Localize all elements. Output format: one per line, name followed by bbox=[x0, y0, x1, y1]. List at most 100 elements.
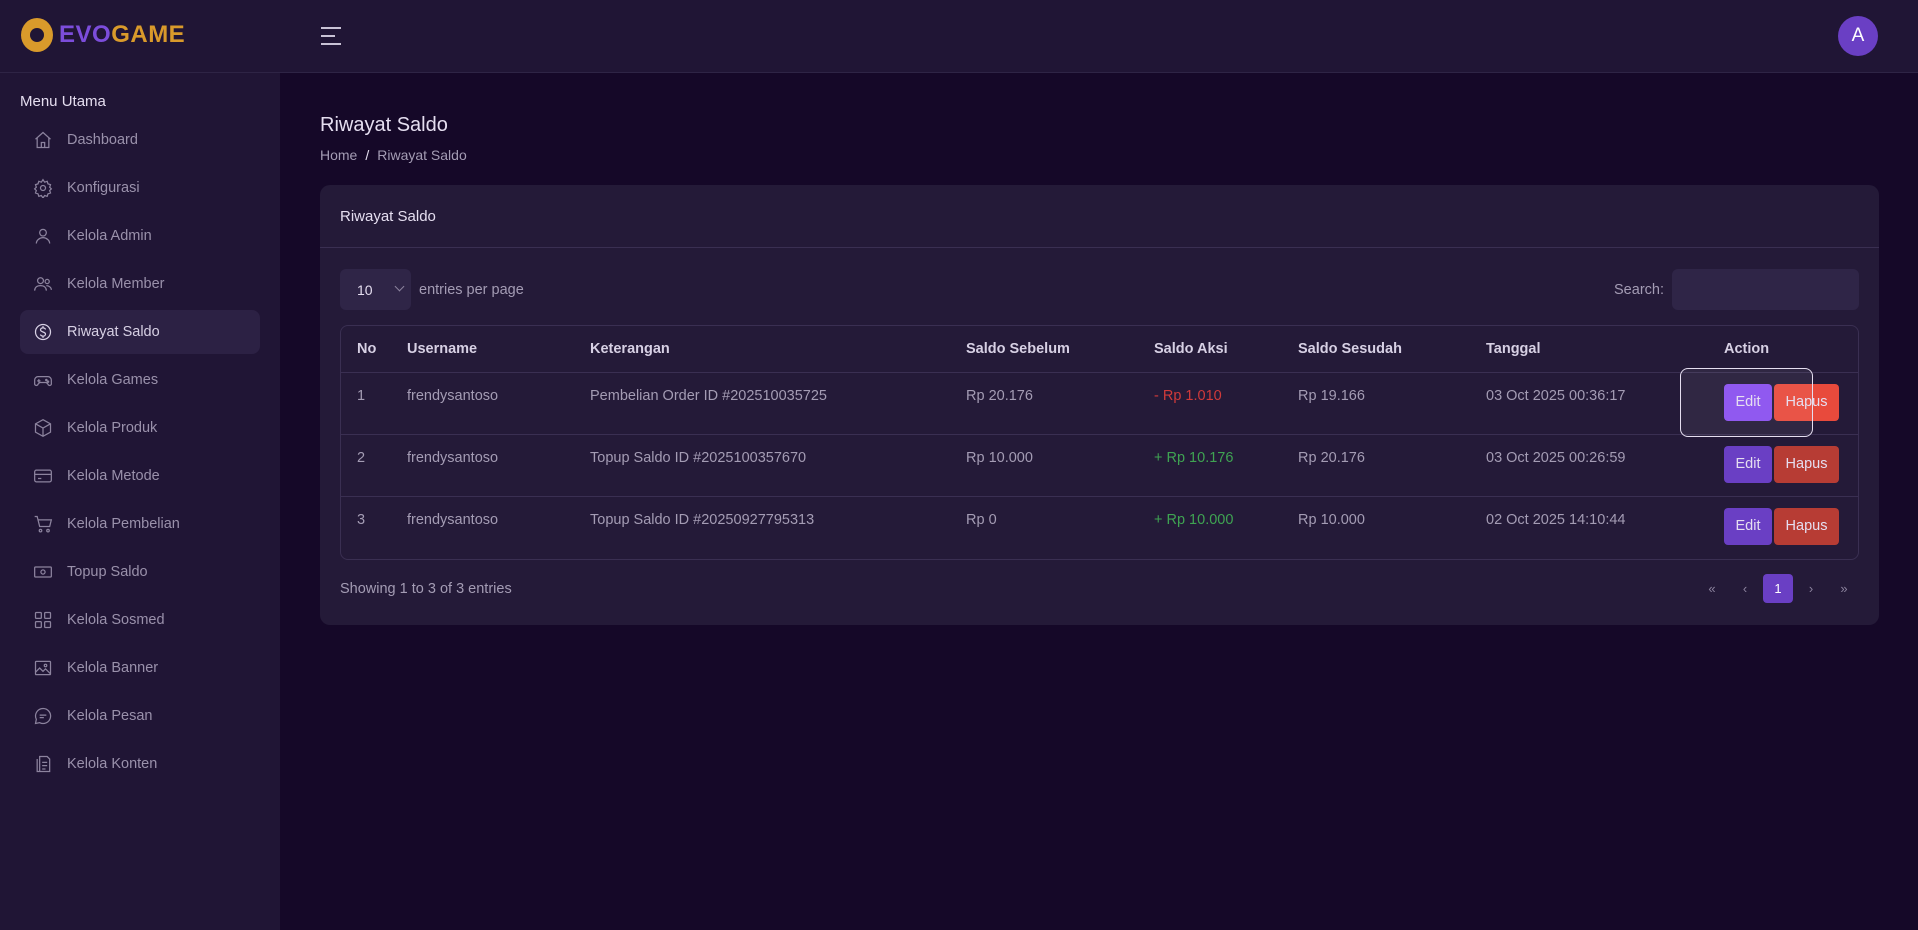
sidebar-menu: Dashboard Konfigurasi Kelola Admin Kelol… bbox=[20, 118, 260, 790]
table-row: 3 frendysantoso Topup Saldo ID #20250927… bbox=[341, 496, 1858, 558]
sidebar-item-topup-saldo[interactable]: Topup Saldo bbox=[20, 550, 260, 594]
money-icon bbox=[33, 562, 53, 582]
cell-saldo-aksi: + Rp 10.000 bbox=[1154, 511, 1234, 528]
sidebar-item-kelola-member[interactable]: Kelola Member bbox=[20, 262, 260, 306]
sidebar-item-label: Dashboard bbox=[67, 132, 138, 148]
logo-text-game: GAME bbox=[111, 21, 186, 48]
dollar-circle-icon bbox=[33, 322, 53, 342]
sidebar-item-kelola-pembelian[interactable]: Kelola Pembelian bbox=[20, 502, 260, 546]
sidebar-item-konfigurasi[interactable]: Konfigurasi bbox=[20, 166, 260, 210]
sidebar-item-kelola-metode[interactable]: Kelola Metode bbox=[20, 454, 260, 498]
top-navbar: EVOGAME A bbox=[0, 0, 1918, 73]
sidebar-item-label: Kelola Sosmed bbox=[67, 612, 165, 628]
breadcrumb-current: Riwayat Saldo bbox=[377, 147, 467, 163]
sidebar-item-label: Kelola Member bbox=[67, 276, 165, 292]
box-icon bbox=[33, 418, 53, 438]
sidebar-item-dashboard[interactable]: Dashboard bbox=[20, 118, 260, 162]
sidebar-item-label: Kelola Pembelian bbox=[67, 516, 180, 532]
next-page-button[interactable]: › bbox=[1796, 574, 1826, 603]
sidebar-item-kelola-konten[interactable]: Kelola Konten bbox=[20, 742, 260, 786]
sidebar-item-label: Konfigurasi bbox=[67, 180, 140, 196]
search-input[interactable] bbox=[1672, 269, 1859, 310]
cell-actions: Edit Hapus bbox=[1708, 496, 1858, 558]
last-page-button[interactable]: » bbox=[1829, 574, 1859, 603]
sidebar-item-kelola-produk[interactable]: Kelola Produk bbox=[20, 406, 260, 450]
sidebar-item-kelola-sosmed[interactable]: Kelola Sosmed bbox=[20, 598, 260, 642]
message-icon bbox=[33, 706, 53, 726]
cell-username: frendysantoso bbox=[407, 387, 499, 404]
page-title: Riwayat Saldo bbox=[320, 114, 448, 136]
card-title: Riwayat Saldo bbox=[320, 185, 1879, 248]
sidebar-item-label: Riwayat Saldo bbox=[67, 324, 160, 340]
sidebar-item-kelola-pesan[interactable]: Kelola Pesan bbox=[20, 694, 260, 738]
search-label: Search: bbox=[1614, 281, 1664, 298]
cart-icon bbox=[33, 514, 53, 534]
entries-per-page-label: entries per page bbox=[419, 281, 524, 298]
cell-no: 3 bbox=[357, 511, 366, 528]
grid-icon bbox=[33, 610, 53, 630]
document-icon bbox=[33, 754, 53, 774]
column-header-action: Action bbox=[1724, 340, 1770, 357]
column-header-saldo-sesudah[interactable]: Saldo Sesudah bbox=[1282, 326, 1470, 372]
cell-keterangan: Topup Saldo ID #20250927795313 bbox=[590, 511, 815, 528]
brand-logo[interactable]: EVOGAME bbox=[21, 18, 185, 52]
edit-button[interactable]: Edit bbox=[1724, 383, 1772, 421]
breadcrumb-home-link[interactable]: Home bbox=[320, 147, 357, 163]
first-page-button[interactable]: « bbox=[1697, 574, 1727, 603]
sidebar-item-label: Kelola Admin bbox=[67, 228, 152, 244]
pagination: « ‹ 1 › » bbox=[1694, 574, 1859, 603]
breadcrumb: Home / Riwayat Saldo bbox=[320, 147, 467, 163]
logo-text-evo: EVO bbox=[59, 21, 112, 48]
entries-per-page-value: 10 bbox=[357, 281, 373, 298]
sidebar-item-kelola-admin[interactable]: Kelola Admin bbox=[20, 214, 260, 258]
cell-actions: Edit Hapus bbox=[1708, 372, 1858, 434]
sidebar: Menu Utama Dashboard Konfigurasi Kelola … bbox=[0, 73, 280, 930]
cell-keterangan: Pembelian Order ID #202510035725 bbox=[590, 387, 827, 404]
sidebar-heading: Menu Utama bbox=[20, 93, 106, 110]
sidebar-item-riwayat-saldo[interactable]: Riwayat Saldo bbox=[20, 310, 260, 354]
column-header-tanggal[interactable]: Tanggal bbox=[1470, 326, 1708, 372]
entries-per-page-select[interactable]: 10 bbox=[340, 269, 411, 310]
history-table: No Username Keterangan Saldo Sebelum Sal… bbox=[340, 325, 1859, 560]
sidebar-item-kelola-banner[interactable]: Kelola Banner bbox=[20, 646, 260, 690]
avatar[interactable]: A bbox=[1838, 16, 1878, 56]
delete-button[interactable]: Hapus bbox=[1774, 507, 1839, 545]
column-header-saldo-sebelum[interactable]: Saldo Sebelum bbox=[950, 326, 1138, 372]
cell-no: 2 bbox=[357, 449, 366, 466]
edit-button[interactable]: Edit bbox=[1724, 445, 1772, 483]
delete-button[interactable]: Hapus bbox=[1774, 383, 1839, 421]
column-header-saldo-aksi[interactable]: Saldo Aksi bbox=[1138, 326, 1282, 372]
cell-no: 1 bbox=[357, 387, 366, 404]
cell-saldo-sebelum: Rp 0 bbox=[966, 511, 997, 528]
cell-keterangan: Topup Saldo ID #2025100357670 bbox=[590, 449, 807, 466]
sidebar-item-label: Kelola Konten bbox=[67, 756, 158, 772]
breadcrumb-separator: / bbox=[365, 147, 370, 163]
prev-page-button[interactable]: ‹ bbox=[1730, 574, 1760, 603]
user-icon bbox=[33, 226, 53, 246]
cell-saldo-sesudah: Rp 20.176 bbox=[1298, 449, 1365, 466]
entries-control: 10 entries per page bbox=[340, 269, 524, 310]
sidebar-item-label: Topup Saldo bbox=[67, 564, 148, 580]
cell-saldo-aksi: - Rp 1.010 bbox=[1154, 387, 1222, 404]
sidebar-item-label: Kelola Games bbox=[67, 372, 159, 388]
chevron-down-icon bbox=[394, 281, 405, 292]
column-header-no[interactable]: No bbox=[341, 326, 391, 372]
table-header-row: No Username Keterangan Saldo Sebelum Sal… bbox=[341, 326, 1858, 372]
column-header-username[interactable]: Username bbox=[391, 326, 574, 372]
image-icon bbox=[33, 658, 53, 678]
menu-toggle-icon[interactable] bbox=[321, 27, 341, 45]
cell-saldo-sesudah: Rp 10.000 bbox=[1298, 511, 1365, 528]
sidebar-item-kelola-games[interactable]: Kelola Games bbox=[20, 358, 260, 402]
sidebar-item-label: Kelola Metode bbox=[67, 468, 160, 484]
cell-saldo-aksi: + Rp 10.176 bbox=[1154, 449, 1234, 466]
page-1-button[interactable]: 1 bbox=[1763, 574, 1793, 603]
home-icon bbox=[33, 130, 53, 150]
cell-saldo-sebelum: Rp 20.176 bbox=[966, 387, 1033, 404]
column-header-keterangan[interactable]: Keterangan bbox=[574, 326, 950, 372]
sidebar-item-label: Kelola Banner bbox=[67, 660, 159, 676]
cell-actions: Edit Hapus bbox=[1708, 434, 1858, 496]
gamepad-icon bbox=[33, 370, 53, 390]
delete-button[interactable]: Hapus bbox=[1774, 445, 1839, 483]
edit-button[interactable]: Edit bbox=[1724, 507, 1772, 545]
entries-info: Showing 1 to 3 of 3 entries bbox=[340, 581, 512, 597]
